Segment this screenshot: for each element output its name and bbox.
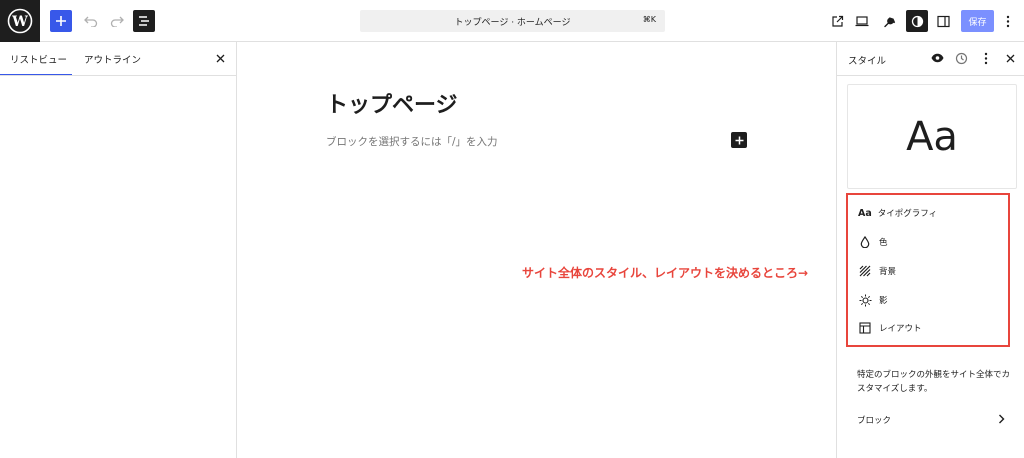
nav-item-typography[interactable]: Aa タイポグラフィ xyxy=(858,203,937,223)
more-vertical-icon xyxy=(984,52,988,64)
blocks-description: 特定のブロックの外観をサイト全体でカスタマイズします。 xyxy=(857,370,1011,394)
nav-item-label: レイアウト xyxy=(879,324,922,334)
list-view-icon xyxy=(139,16,149,26)
view-site-button[interactable] xyxy=(826,10,848,32)
undo-icon xyxy=(84,16,98,27)
more-vertical-icon xyxy=(1006,15,1010,27)
wrench-icon xyxy=(883,16,895,27)
annotation-text: サイト全体のスタイル、レイアウトを決めるところ→ xyxy=(522,266,809,280)
command-palette-bar[interactable]: トップページ · ホームページ ⌘K xyxy=(360,10,665,32)
sidebar-icon xyxy=(936,15,950,27)
options-menu-button[interactable] xyxy=(1000,10,1016,32)
styles-options-button[interactable] xyxy=(978,50,994,66)
styles-panel: スタイル Aa Aa タイポグラフィ 色 背景 影 レイアウト 特定のブロックの… xyxy=(836,42,1024,458)
typography-icon: Aa xyxy=(858,207,872,219)
contrast-icon xyxy=(911,15,923,27)
history-icon xyxy=(955,52,967,64)
external-link-icon xyxy=(831,15,843,27)
chevron-right-icon xyxy=(998,414,1004,424)
panel-divider xyxy=(837,75,1024,76)
plus-icon xyxy=(735,136,743,144)
shadow-icon xyxy=(858,293,872,307)
desktop-icon xyxy=(855,16,869,27)
plus-icon xyxy=(56,16,66,26)
add-block-button[interactable] xyxy=(731,132,747,148)
svg-text:W: W xyxy=(11,14,28,30)
close-styles-button[interactable] xyxy=(1002,50,1018,66)
settings-sidebar-button[interactable] xyxy=(932,10,954,32)
close-icon xyxy=(1006,54,1014,62)
eye-icon xyxy=(931,53,943,63)
nav-item-shadow[interactable]: 影 xyxy=(858,290,888,310)
styles-navigation-highlight: Aa タイポグラフィ 色 背景 影 レイアウト xyxy=(846,193,1010,347)
style-book-button[interactable] xyxy=(929,50,945,66)
style-preview[interactable]: Aa xyxy=(847,84,1017,189)
nav-item-color[interactable]: 色 xyxy=(858,232,888,252)
page-title[interactable]: トップページ xyxy=(326,87,458,119)
blocks-nav-label[interactable]: ブロック xyxy=(857,414,891,426)
tab-outline[interactable]: アウトライン xyxy=(84,42,154,75)
nav-item-label: 色 xyxy=(879,238,888,248)
wordpress-icon: W xyxy=(7,8,33,34)
nav-item-label: タイポグラフィ xyxy=(877,209,938,219)
blocks-nav-button[interactable] xyxy=(994,412,1008,426)
list-view-panel: リストビュー アウトライン xyxy=(0,42,237,458)
tab-divider xyxy=(0,75,237,76)
document-overview-button[interactable] xyxy=(133,10,155,32)
block-inserter-button[interactable] xyxy=(50,10,72,32)
color-drop-icon xyxy=(858,235,872,249)
revisions-button[interactable] xyxy=(953,50,969,66)
nav-item-background[interactable]: 背景 xyxy=(858,261,896,281)
styles-panel-title: スタイル xyxy=(848,56,887,67)
nav-item-layout[interactable]: レイアウト xyxy=(858,318,922,338)
document-title: トップページ · ホームページ xyxy=(454,18,571,28)
wordpress-logo-button[interactable]: W xyxy=(0,0,40,42)
block-placeholder[interactable]: ブロックを選択するには「/」を入力 xyxy=(326,134,498,149)
tools-button[interactable] xyxy=(878,10,900,32)
redo-button[interactable] xyxy=(106,10,128,32)
save-button[interactable]: 保存 xyxy=(961,10,994,32)
redo-icon xyxy=(110,16,124,27)
layout-icon xyxy=(858,321,872,335)
close-icon xyxy=(216,54,224,62)
background-icon xyxy=(858,264,872,278)
nav-item-label: 影 xyxy=(879,296,888,306)
device-preview-button[interactable] xyxy=(851,10,873,32)
editor-header: W トップページ · ホームページ ⌘K 保存 xyxy=(0,0,1024,42)
nav-item-label: 背景 xyxy=(879,267,897,277)
tab-list-view[interactable]: リストビュー xyxy=(0,42,72,75)
editor-canvas: トップページ ブロックを選択するには「/」を入力 サイト全体のスタイル、レイアウ… xyxy=(238,42,836,458)
styles-button[interactable] xyxy=(906,10,928,32)
undo-button[interactable] xyxy=(80,10,102,32)
shortcut-hint: ⌘K xyxy=(642,15,656,24)
close-list-view-button[interactable] xyxy=(212,50,228,66)
